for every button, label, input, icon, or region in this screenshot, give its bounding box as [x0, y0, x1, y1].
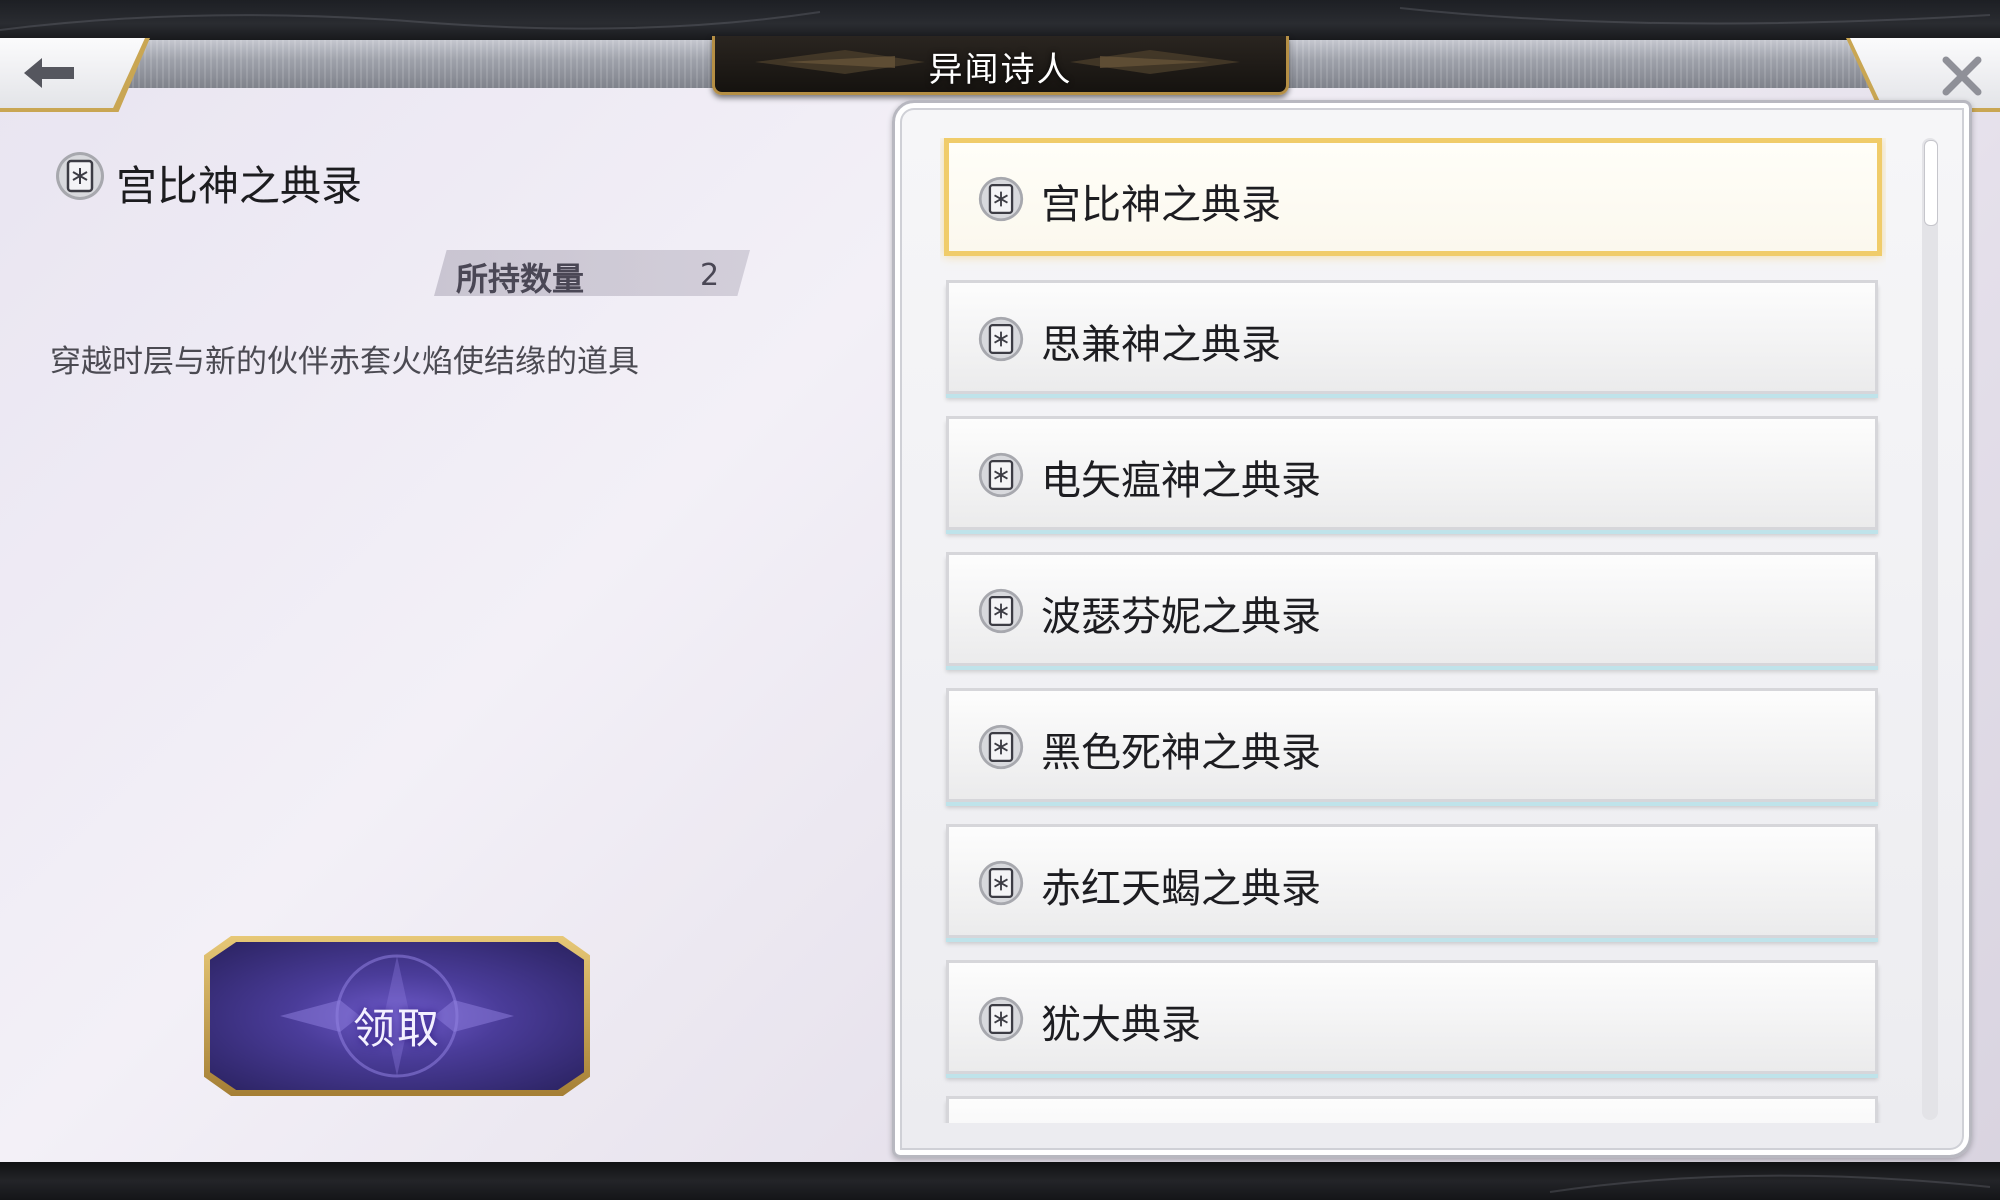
list-item-label: 宫比神之典录 [1041, 182, 1281, 228]
claim-button-face: 领取 [210, 942, 584, 1090]
list-item-label: 黑色死神之典录 [1041, 730, 1321, 776]
list-item-label: 犹大典录 [1041, 1002, 1201, 1048]
book-icon [977, 859, 1025, 911]
claim-button-label: 领取 [352, 1004, 441, 1053]
item-list: 宫比神之典录 思兼神之典录 电矢瘟神之典录 波瑟芬妮之典录 黑色死神之典录 赤红… [940, 138, 1886, 1123]
list-item[interactable]: 思兼神之典录 [946, 280, 1878, 394]
scrollbar-thumb[interactable] [1924, 140, 1938, 226]
list-item[interactable]: 犹大典录 [946, 960, 1878, 1074]
list-item[interactable]: 赤红天蝎之典录 [946, 824, 1878, 938]
book-icon [977, 723, 1025, 775]
book-icon [977, 315, 1025, 367]
list-item-label: 电矢瘟神之典录 [1041, 458, 1321, 504]
book-icon [977, 587, 1025, 639]
list-item-label: 思兼神之典录 [1041, 322, 1281, 368]
scrollbar-track[interactable] [1922, 138, 1938, 1120]
title-plate: 异闻诗人 [712, 36, 1289, 95]
list-item-label: 赤红天蝎之典录 [1041, 866, 1321, 912]
list-item[interactable]: 波瑟芬妮之典录 [946, 552, 1878, 666]
top-border-band [0, 0, 2000, 40]
bottom-border-band [0, 1162, 2000, 1200]
list-item[interactable]: 宫比神之典录 [944, 138, 1882, 256]
claim-button[interactable]: 领取 [204, 936, 590, 1096]
screen-title: 异闻诗人 [928, 50, 1073, 90]
game-screen: 异闻诗人 宫比神之典录 所持数量 2 穿越时层与新的伙伴赤套火焰使结缘的道具 领… [0, 0, 2000, 1200]
book-icon [977, 175, 1025, 227]
list-item[interactable]: 黑色死神之典录 [946, 688, 1878, 802]
book-icon [977, 995, 1025, 1047]
item-name-title: 宫比神之典录 [116, 162, 362, 210]
book-icon [977, 451, 1025, 503]
list-item-partial[interactable] [946, 1096, 1878, 1123]
book-icon [54, 150, 106, 206]
list-item[interactable]: 电矢瘟神之典录 [946, 416, 1878, 530]
list-item-label: 波瑟芬妮之典录 [1041, 594, 1321, 640]
count-value: 2 [700, 258, 720, 293]
count-label: 所持数量 [456, 260, 585, 298]
item-description: 穿越时层与新的伙伴赤套火焰使结缘的道具 [50, 344, 639, 380]
